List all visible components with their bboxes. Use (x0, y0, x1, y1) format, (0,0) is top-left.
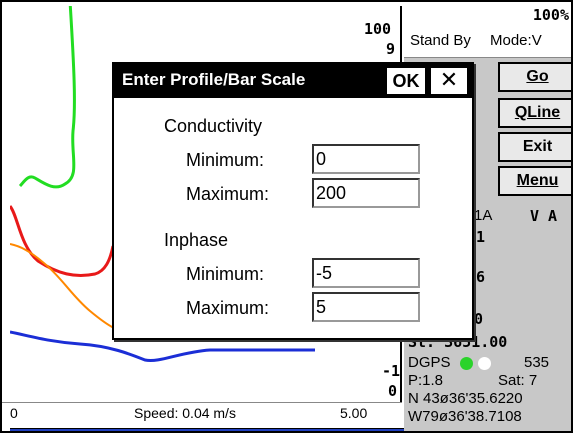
conductivity-max-input[interactable]: 200 (312, 178, 420, 208)
scale-neg-one: -1 (382, 362, 401, 380)
latitude: N 43ø36'35.6220 (408, 390, 523, 407)
green-trace (18, 6, 76, 189)
top-scale-partial: 9 (386, 40, 396, 58)
top-scale-label: 100 (364, 20, 392, 38)
channel-label: 1A (474, 207, 493, 224)
red-trace (10, 205, 115, 277)
qline-button[interactable]: QLine (498, 98, 571, 128)
inphase-section-label: Inphase (164, 230, 229, 250)
inphase-min-label: Minimum: (186, 264, 265, 284)
satellite-count: Sat: 7 (498, 372, 538, 389)
inphase-max-input[interactable]: 5 (312, 292, 420, 322)
pdop-value: P:1.8 (408, 372, 444, 389)
value-zero: 0 (474, 310, 484, 328)
distance-axis: 0 Speed: 0.04 m/s 5.00 (2, 402, 402, 428)
dgps-label: DGPS (408, 354, 451, 371)
gps-fix-white-icon (478, 357, 491, 370)
gps-fix-green-icon (460, 357, 473, 370)
device-screen: 100 9 -1 0 0 Speed: 0.04 m/s 5.00 100% S… (0, 0, 573, 433)
acquisition-state: Stand By (410, 32, 471, 49)
close-icon[interactable]: ✕ (430, 67, 468, 95)
exit-button[interactable]: Exit (498, 132, 571, 162)
dialog-titlebar: Enter Profile/Bar Scale OK ✕ (114, 64, 472, 98)
conductivity-min-input[interactable]: 0 (312, 144, 420, 174)
dgps-station-id: 535 (524, 354, 550, 371)
value-six: 6 (476, 268, 486, 286)
orange-trace (10, 243, 115, 329)
conductivity-section-label: Conductivity (164, 116, 263, 136)
axis-end-label: 5.00 (340, 405, 368, 421)
conductivity-max-label: Maximum: (186, 184, 270, 204)
va-label: V A (530, 207, 558, 225)
inphase-min-input[interactable]: -5 (312, 258, 420, 288)
conductivity-min-label: Minimum: (186, 150, 265, 170)
profile-scale-dialog: Enter Profile/Bar Scale OK ✕ Conductivit… (112, 62, 474, 340)
ok-button[interactable]: OK (386, 67, 426, 95)
battery-level: 100% (532, 6, 569, 24)
axis-start-label: 0 (10, 405, 18, 421)
dialog-title: Enter Profile/Bar Scale (122, 70, 306, 89)
inphase-max-label: Maximum: (186, 298, 270, 318)
go-button[interactable]: Go (498, 62, 571, 92)
longitude: W79ø36'38.7108 (408, 408, 522, 425)
speed-readout: Speed: 0.04 m/s (134, 405, 236, 421)
mode-indicator: Mode:V (490, 32, 542, 49)
status-header: 100% Stand By Mode:V (404, 2, 571, 58)
scale-zero: 0 (388, 382, 398, 400)
value-one: 1 (476, 228, 486, 246)
menu-button[interactable]: Menu (498, 166, 571, 196)
